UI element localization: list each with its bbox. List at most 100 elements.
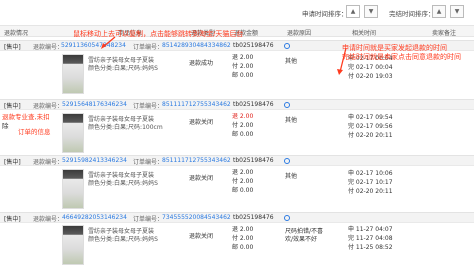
refund-amount-value: 退 2.00 bbox=[232, 169, 254, 176]
product-thumbnail[interactable] bbox=[62, 225, 84, 265]
order-no-label: 订单编号： bbox=[133, 159, 164, 166]
buyer-id: tb025198476 bbox=[233, 42, 274, 49]
product-info: 雪纺亲子装母女母子夏装 颜色分类:白果;尺码:妈妈S bbox=[88, 228, 158, 244]
shipping-amount-value: 邮 0.00 bbox=[232, 131, 254, 138]
product-thumbnail[interactable] bbox=[62, 54, 84, 94]
caret-down-icon: ▼ bbox=[368, 8, 374, 15]
annotation-time-line1: 申请时间就是买家发起退款的时间 bbox=[342, 44, 447, 52]
order-no-link[interactable]: 851111712755343462 bbox=[162, 101, 231, 108]
annotation-arrow-icon bbox=[101, 36, 116, 49]
refund-no-link[interactable]: 52915982413346234 bbox=[62, 157, 127, 164]
refund-amount-value: 退 2.00 bbox=[232, 113, 254, 120]
finish-time: 完 02-17 09:56 bbox=[348, 123, 393, 130]
order-status: [售中] bbox=[4, 103, 21, 110]
related-times: 申 02-17 09:54 完 02-17 09:56 付 02-20 20:1… bbox=[348, 113, 393, 140]
annotation-left-line1: 退款专业查,未扣 bbox=[2, 113, 50, 121]
product-thumbnail[interactable] bbox=[62, 113, 84, 153]
shipping-amount-value: 邮 0.00 bbox=[232, 244, 254, 251]
product-title[interactable]: 雪纺亲子装母女母子夏装 bbox=[88, 172, 158, 180]
copy-icon[interactable] bbox=[284, 158, 290, 164]
order-header: [售中] 退款编号： 46649282053146234 订单编号： 73455… bbox=[0, 212, 474, 223]
finish-time-sort-desc-button[interactable]: ▼ bbox=[450, 5, 464, 18]
refund-no-link[interactable]: 46649282053146234 bbox=[62, 214, 127, 221]
order-status: [售中] bbox=[4, 216, 21, 223]
pay-time: 付 11-25 08:52 bbox=[348, 244, 393, 251]
refund-reason: 其他 bbox=[285, 117, 298, 124]
annotation-time-line2: 完结时间就是卖家点击同意退款的时间 bbox=[342, 53, 461, 61]
caret-up-icon: ▲ bbox=[436, 8, 442, 15]
refund-reason: 其他 bbox=[285, 173, 298, 180]
finish-time-sort-asc-button[interactable]: ▲ bbox=[432, 5, 446, 18]
refund-status: 退款关闭 bbox=[189, 119, 214, 126]
product-thumbnail[interactable] bbox=[62, 169, 84, 209]
caret-down-icon: ▼ bbox=[454, 8, 460, 15]
product-sku: 颜色分类:白果;尺码:妈妈S bbox=[88, 180, 158, 187]
apply-time-sort-desc-button[interactable]: ▼ bbox=[364, 5, 378, 18]
product-title[interactable]: 雪纺亲子装母女母子夏装 bbox=[88, 57, 158, 65]
refund-reason: 其他 bbox=[285, 58, 298, 65]
order-header: [售中] 退款编号： 52915982413346234 订单编号： 85111… bbox=[0, 155, 474, 166]
order-no-link[interactable]: 851111712755343462 bbox=[162, 157, 231, 164]
related-times: 申 11-27 04:07 完 11-27 04:08 付 11-25 08:5… bbox=[348, 225, 393, 252]
apply-time-sort-asc-button[interactable]: ▲ bbox=[346, 5, 360, 18]
pay-time: 付 02-20 20:11 bbox=[348, 188, 393, 195]
caret-up-icon: ▲ bbox=[350, 8, 356, 15]
annotation-time-tip: 申请时间就是买家发起退款的时间 完结时间就是卖家点击同意退款的时间 bbox=[342, 44, 472, 62]
pay-time: 付 02-20 19:03 bbox=[348, 73, 393, 80]
order-no-link[interactable]: 851428930484334862 bbox=[162, 42, 231, 49]
finish-time: 完 11-27 04:08 bbox=[348, 235, 393, 242]
order-header: [售中] 退款编号： 52915648176346234 订单编号： 85111… bbox=[0, 99, 474, 110]
order-status: [售中] bbox=[4, 159, 21, 166]
product-info: 雪纺亲子装母女母子夏装 颜色分类:白果;尺码:100cm bbox=[88, 116, 163, 132]
copy-icon[interactable] bbox=[284, 102, 290, 108]
finish-time: 完 02-17 00:04 bbox=[348, 64, 393, 71]
order-no-label: 订单编号： bbox=[133, 44, 164, 51]
annotation-order-info: 订单的信息 bbox=[18, 128, 51, 136]
product-info: 雪纺亲子装母女母子夏装 颜色分类:白果;尺码:妈妈S bbox=[88, 172, 158, 188]
refund-no-label: 退款编号： bbox=[33, 103, 64, 110]
refund-status: 退款关闭 bbox=[189, 175, 214, 182]
refund-no-label: 退款编号： bbox=[33, 159, 64, 166]
paid-amount-value: 付 2.00 bbox=[232, 235, 254, 242]
copy-icon[interactable] bbox=[284, 215, 290, 221]
order-row: [售中] 退款编号： 52915982413346234 订单编号： 85111… bbox=[0, 155, 474, 210]
shipping-amount-value: 邮 0.00 bbox=[232, 187, 254, 194]
paid-amount-value: 付 2.00 bbox=[232, 178, 254, 185]
order-row: [售中] 退款编号： 52915648176346234 订单编号： 85111… bbox=[0, 99, 474, 154]
sort-bar: 申请时间排序： ▲ ▼ 完结时间排序： ▲ ▼ bbox=[0, 0, 474, 24]
paid-amount-value: 付 2.00 bbox=[232, 63, 254, 70]
order-no-label: 订单编号： bbox=[133, 103, 164, 110]
order-row: [售中] 退款编号： 46649282053146234 订单编号： 73455… bbox=[0, 212, 474, 266]
refund-amount: 退 2.00 付 2.00 邮 0.00 bbox=[232, 168, 253, 195]
shipping-amount-value: 邮 0.00 bbox=[232, 72, 254, 79]
pay-time: 付 02-20 20:11 bbox=[348, 132, 393, 139]
product-title[interactable]: 雪纺亲子装母女母子夏装 bbox=[88, 228, 158, 236]
refund-status: 退款成功 bbox=[189, 60, 214, 67]
annotation-arrow-icon bbox=[337, 47, 347, 75]
product-info: 雪纺亲子装母女母子夏装 颜色分类:白果;尺码:妈妈S bbox=[88, 57, 158, 73]
refund-amount-value: 退 2.00 bbox=[232, 54, 254, 61]
related-times: 申 02-17 10:06 完 02-17 10:17 付 02-20 20:1… bbox=[348, 169, 393, 196]
apply-time: 申 02-17 09:54 bbox=[348, 114, 393, 121]
paid-amount-value: 付 2.00 bbox=[232, 122, 254, 129]
finish-time-sort-label: 完结时间排序： bbox=[389, 10, 435, 18]
refund-amount: 退 2.00 付 2.00 邮 0.00 bbox=[232, 53, 253, 80]
column-refund-status: 退款情况 bbox=[4, 30, 29, 37]
refund-amount-value: 退 2.00 bbox=[232, 226, 254, 233]
finish-time: 完 02-17 10:17 bbox=[348, 179, 393, 186]
product-title[interactable]: 雪纺亲子装母女母子夏装 bbox=[88, 116, 163, 124]
refund-amount: 退 2.00 付 2.00 邮 0.00 bbox=[232, 112, 253, 139]
product-sku: 颜色分类:白果;尺码:妈妈S bbox=[88, 236, 158, 243]
product-sku: 颜色分类:白果;尺码:100cm bbox=[88, 124, 163, 131]
column-related-time: 相关时间 bbox=[352, 30, 377, 37]
refund-status: 退款关闭 bbox=[189, 233, 214, 240]
refund-amount: 退 2.00 付 2.00 邮 0.00 bbox=[232, 225, 253, 252]
apply-time: 申 11-27 04:07 bbox=[348, 226, 393, 233]
refund-no-label: 退款编号： bbox=[33, 216, 64, 223]
copy-icon[interactable] bbox=[284, 43, 290, 49]
order-no-link[interactable]: 734555520084543462 bbox=[162, 214, 231, 221]
refund-no-link[interactable]: 52915648176346234 bbox=[62, 101, 127, 108]
order-no-label: 订单编号： bbox=[133, 216, 164, 223]
apply-time-sort-label: 申请时间排序： bbox=[302, 10, 348, 18]
refund-reason: 尺码拍错/不喜欢/效果不好 bbox=[285, 228, 324, 243]
